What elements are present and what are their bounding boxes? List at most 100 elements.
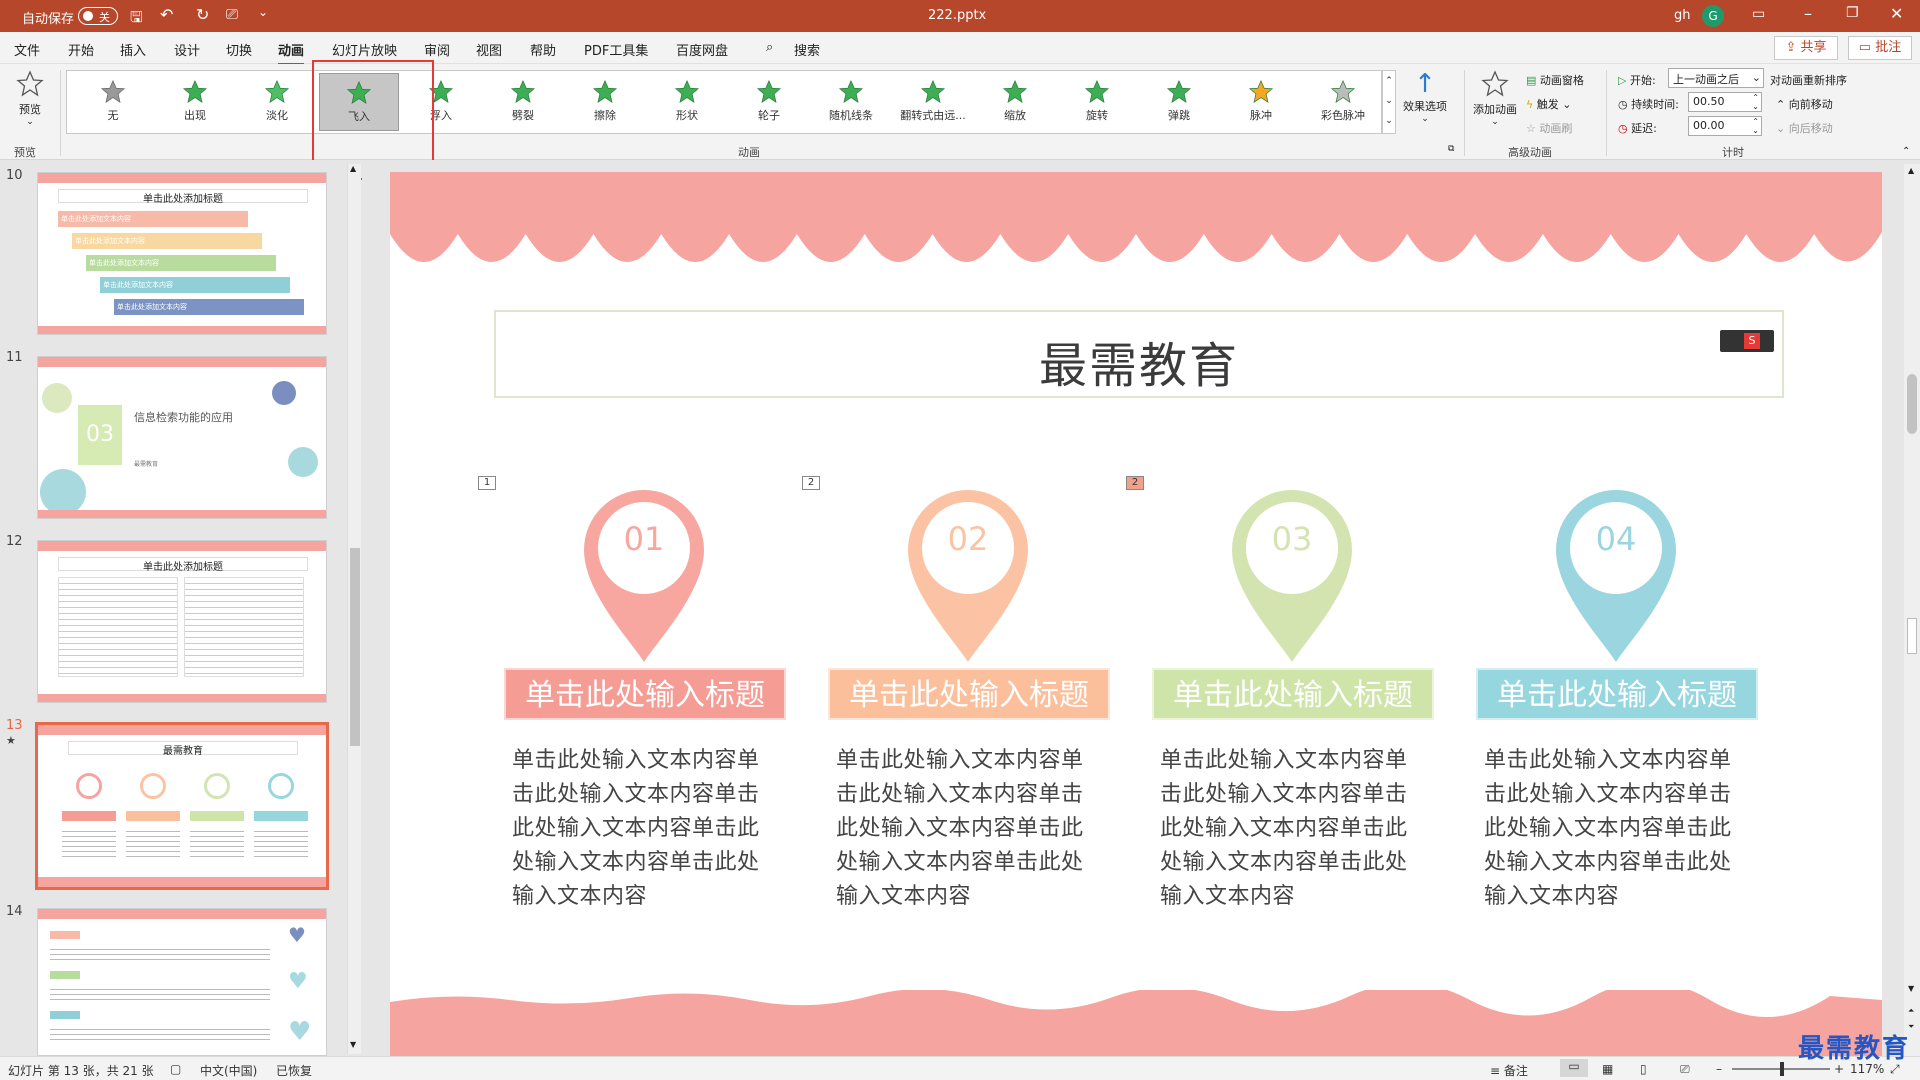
slide-thumbnail-14[interactable]: ♥ ♥ ♥ (37, 908, 327, 1056)
chevron-up-icon[interactable]: ⌃ (1383, 71, 1395, 91)
animation-fade[interactable]: 淡化 (237, 73, 317, 131)
slide-sorter-icon[interactable]: ▦ (1602, 1062, 1613, 1076)
location-pin-icon[interactable] (1208, 472, 1376, 672)
scroll-thumb[interactable] (350, 548, 360, 746)
tab-home[interactable]: 开始 (68, 40, 94, 59)
trigger-button[interactable]: ϟ 触发 ⌄ (1526, 96, 1571, 112)
animation-tag[interactable]: 2 (1126, 476, 1144, 490)
card-body-text[interactable]: 单击此处输入文本内容单击此处输入文本内容单击此处输入文本内容单击此处输入文本内容… (836, 744, 1104, 914)
restore-icon[interactable]: ❐ (1846, 5, 1859, 21)
slide-title[interactable]: 最需教育 (494, 326, 1784, 396)
start-select[interactable]: 上一动画之后 ⌄ (1668, 68, 1764, 88)
animation-shape[interactable]: 形状 (647, 73, 727, 131)
slide-thumbnail-12[interactable]: 单击此处添加标题 (37, 540, 327, 703)
previous-slide-icon[interactable]: ⏶ (1908, 1006, 1914, 1016)
animation-pulse[interactable]: 脉冲 (1221, 73, 1301, 131)
save-icon[interactable]: 🖫 (130, 7, 143, 32)
normal-view-icon[interactable]: ▭ (1560, 1059, 1588, 1077)
zoom-out-icon[interactable]: – (1716, 1062, 1722, 1076)
tab-transitions[interactable]: 切换 (226, 40, 252, 59)
animation-grow-turn[interactable]: 翻转式由远... (893, 73, 973, 131)
dialog-launcher-icon[interactable]: ⧉ (1448, 144, 1454, 154)
card-title[interactable]: 单击此处输入标题 (1152, 668, 1434, 720)
slide-scrollbar[interactable]: ▲ ▼ ⏶ ⏷ (1904, 164, 1920, 1056)
animation-none[interactable]: 无 (73, 73, 153, 131)
card-title[interactable]: 单击此处输入标题 (1476, 668, 1758, 720)
location-pin-icon[interactable] (884, 472, 1052, 672)
slideshow-icon[interactable]: ⎚ (1680, 1062, 1690, 1077)
search-icon[interactable]: ⌕ (766, 40, 773, 55)
animation-bounce[interactable]: 弹跳 (1139, 73, 1219, 131)
avatar[interactable]: G (1702, 5, 1724, 27)
minimize-icon[interactable]: – (1804, 4, 1812, 23)
animation-tag[interactable]: 1 (478, 476, 496, 490)
share-button[interactable]: ⇪ 共享 (1774, 36, 1838, 60)
expand-gallery-icon[interactable]: ⌄ (1383, 111, 1395, 131)
slide-thumbnail-10[interactable]: 单击此处添加标题 单击此处添加文本内容 单击此处添加文本内容 单击此处添加文本内… (37, 172, 327, 335)
preview-button[interactable]: 预览 ⌄ (10, 70, 50, 132)
close-icon[interactable]: ✕ (1890, 4, 1903, 23)
collapse-ribbon-icon[interactable]: ⌃ (1902, 146, 1910, 157)
chevron-down-icon[interactable]: ▼ (1908, 984, 1914, 993)
chevron-down-icon[interactable]: ▼ (350, 1040, 356, 1049)
card-body-text[interactable]: 单击此处输入文本内容单击此处输入文本内容单击此处输入文本内容单击此处输入文本内容… (1484, 744, 1752, 914)
spinner-icon[interactable]: ⌃ ⌄ (1752, 117, 1759, 135)
autosave-toggle[interactable]: 关 (78, 7, 118, 25)
slide-canvas[interactable]: 最需教育 S 1 2 2 01 单击此处输入标题 单击此处输入文本内容单击此处输入文… (390, 172, 1882, 1056)
tab-insert[interactable]: 插入 (120, 40, 146, 59)
animation-zoom[interactable]: 缩放 (975, 73, 1055, 131)
tab-slideshow[interactable]: 幻灯片放映 (332, 40, 397, 59)
language-indicator[interactable]: 中文(中国) (200, 1062, 257, 1079)
animation-painter-button[interactable]: ☆ 动画刷 (1526, 120, 1572, 136)
card-body-text[interactable]: 单击此处输入文本内容单击此处输入文本内容单击此处输入文本内容单击此处输入文本内容… (512, 744, 780, 914)
slide-thumbnail-11[interactable]: 03 信息检索功能的应用 最需教育 (37, 356, 327, 519)
animation-appear[interactable]: 出现 (155, 73, 235, 131)
animation-swivel[interactable]: 旋转 (1057, 73, 1137, 131)
customize-icon[interactable]: ⌄ (258, 5, 268, 19)
animation-wipe[interactable]: 擦除 (565, 73, 645, 131)
thumbnail-scrollbar[interactable]: ▲ ▼ (347, 164, 361, 1054)
move-later-button[interactable]: ⌄ 向后移动 (1776, 120, 1833, 136)
animation-random-bars[interactable]: 随机线条 (811, 73, 891, 131)
animation-pane-button[interactable]: ▤ 动画窗格 (1526, 72, 1584, 88)
location-pin-icon[interactable] (560, 472, 728, 672)
undo-icon[interactable]: ↶ (160, 5, 173, 24)
chevron-up-icon[interactable]: ▲ (1908, 166, 1914, 175)
card-title[interactable]: 单击此处输入标题 (504, 668, 786, 720)
delay-input[interactable]: 00.00 ⌃ ⌄ (1688, 116, 1762, 136)
reading-view-icon[interactable]: ▯ (1640, 1062, 1647, 1076)
tab-view[interactable]: 视图 (476, 40, 502, 59)
notes-button[interactable]: ≡ 备注 (1490, 1062, 1528, 1079)
effect-options-button[interactable]: ↑ 效果选项 ⌄ (1400, 70, 1450, 132)
spinner-icon[interactable]: ⌃ ⌄ (1752, 93, 1759, 111)
animation-wheel[interactable]: 轮子 (729, 73, 809, 131)
tab-animations[interactable]: 动画 (278, 40, 305, 66)
card-title[interactable]: 单击此处输入标题 (828, 668, 1110, 720)
add-animation-button[interactable]: 添加动画 ⌄ (1470, 70, 1520, 132)
tab-pdf-tools[interactable]: PDF工具集 (584, 40, 648, 59)
zoom-slider-thumb[interactable] (1780, 1062, 1784, 1076)
ribbon-display-icon[interactable]: ▭ (1752, 6, 1765, 22)
animation-tag[interactable]: 2 (802, 476, 820, 490)
present-icon[interactable]: ⎚ (226, 5, 238, 23)
chevron-down-icon[interactable]: ⌄ (1383, 91, 1395, 111)
tab-review[interactable]: 审阅 (424, 40, 450, 59)
move-earlier-button[interactable]: ⌃ 向前移动 (1776, 96, 1833, 112)
comments-button[interactable]: ▭ 批注 (1848, 36, 1912, 60)
location-pin-icon[interactable] (1532, 472, 1700, 672)
scroll-thumb[interactable] (1907, 374, 1917, 434)
tab-baidu-disk[interactable]: 百度网盘 (676, 40, 728, 59)
animation-split[interactable]: 劈裂 (483, 73, 563, 131)
tab-file[interactable]: 文件 (14, 40, 40, 59)
tab-design[interactable]: 设计 (174, 40, 200, 59)
card-body-text[interactable]: 单击此处输入文本内容单击此处输入文本内容单击此处输入文本内容单击此处输入文本内容… (1160, 744, 1428, 914)
tab-help[interactable]: 帮助 (530, 40, 556, 59)
ime-toolbar[interactable]: S (1720, 330, 1774, 352)
duration-input[interactable]: 00.50 ⌃ ⌄ (1688, 92, 1762, 112)
chevron-up-icon[interactable]: ▲ (350, 164, 356, 173)
search-box[interactable]: 搜索 (794, 40, 820, 59)
redo-icon[interactable]: ↻ (196, 5, 209, 24)
slide-thumbnail-13[interactable]: 最需教育 (35, 722, 329, 890)
spellcheck-icon[interactable]: ▢ (170, 1062, 181, 1076)
animation-color-pulse[interactable]: 彩色脉冲 (1303, 73, 1383, 131)
